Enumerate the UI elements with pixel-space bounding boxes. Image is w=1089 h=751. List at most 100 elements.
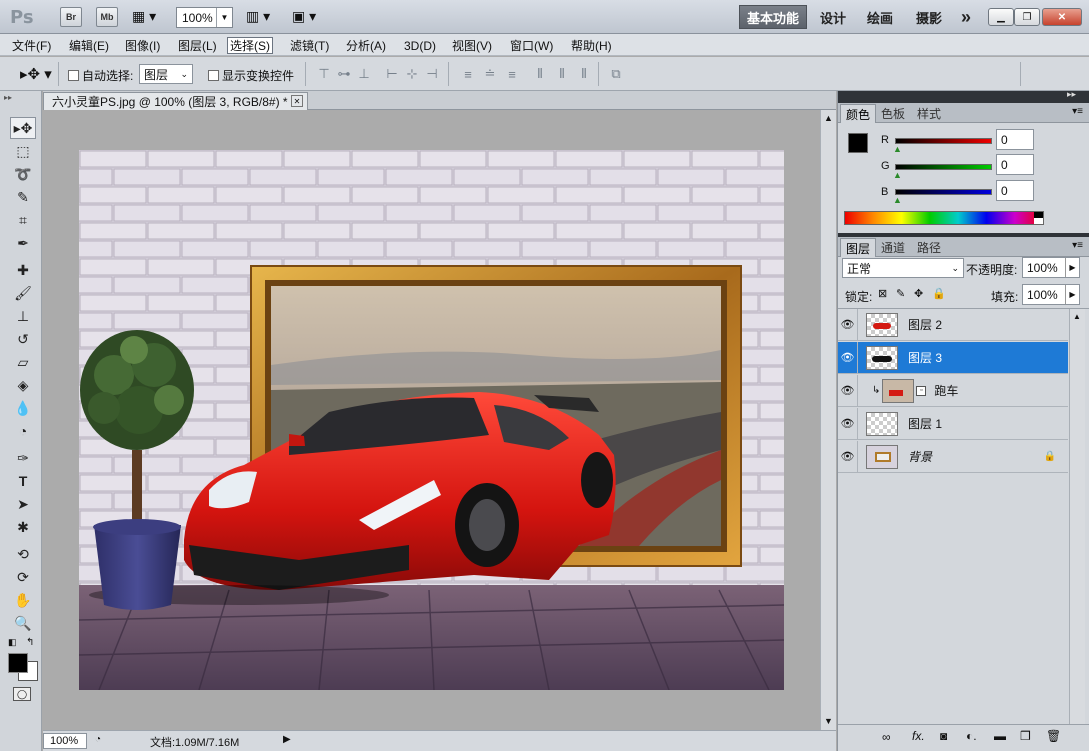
marquee-tool-icon[interactable]: ⬚ <box>10 140 36 162</box>
brush-tool-icon[interactable]: 🖌 <box>10 282 36 304</box>
3d-orbit-tool-icon[interactable]: ⟳ <box>10 566 36 588</box>
visibility-eye-icon[interactable]: 👁 <box>838 407 858 440</box>
healing-brush-tool-icon[interactable]: ✚ <box>10 259 36 281</box>
swap-colors-icon[interactable]: ↰ <box>26 637 34 648</box>
green-value-field[interactable]: 0 <box>996 154 1034 175</box>
menu-window[interactable]: 窗口(W) <box>508 37 555 54</box>
move-tool-icon[interactable]: ▸✥ <box>10 117 36 139</box>
delete-layer-icon[interactable]: 🗑 <box>1046 729 1061 743</box>
workspace-photography[interactable]: 摄影 <box>914 5 944 29</box>
panel-menu-icon[interactable]: ▾≡ <box>1072 106 1083 117</box>
hand-tool-icon[interactable]: ✋ <box>10 589 36 611</box>
menu-edit[interactable]: 编辑(E) <box>67 37 111 54</box>
tab-paths[interactable]: 路径 <box>912 238 946 257</box>
visibility-eye-icon[interactable]: 👁 <box>838 341 858 374</box>
align-top-icon[interactable]: ⊤ <box>316 66 332 82</box>
distribute-vertical-center-icon[interactable]: ≐ <box>482 66 498 82</box>
show-transform-checkbox[interactable] <box>208 70 219 81</box>
minimize-button[interactable]: ▁ <box>988 8 1014 26</box>
visibility-eye-icon[interactable]: 👁 <box>838 440 858 473</box>
auto-align-layers-icon[interactable]: ⧉ <box>608 66 624 82</box>
distribute-left-icon[interactable]: ⦀ <box>532 66 548 82</box>
layer-row[interactable]: 👁 背景 🔒 <box>838 440 1068 473</box>
layer-style-icon[interactable]: fx. <box>912 729 925 743</box>
visibility-eye-icon[interactable]: 👁 <box>838 308 858 341</box>
menu-3d[interactable]: 3D(D) <box>402 37 438 54</box>
lock-position-icon[interactable]: ✥ <box>914 287 923 300</box>
distribute-bottom-icon[interactable]: ≡ <box>504 66 520 82</box>
red-value-field[interactable]: 0 <box>996 129 1034 150</box>
tab-styles[interactable]: 样式 <box>912 104 946 123</box>
chevron-down-icon[interactable]: ▼ <box>216 8 232 27</box>
distribute-right-icon[interactable]: ⦀ <box>576 66 592 82</box>
shape-tool-icon[interactable]: ✱ <box>10 516 36 538</box>
distribute-horizontal-center-icon[interactable]: ⦀ <box>554 66 570 82</box>
more-workspaces-icon[interactable]: » <box>955 5 977 29</box>
status-zoom-field[interactable]: 100% <box>43 733 87 749</box>
zoom-tool-icon[interactable]: 🔍 <box>10 612 36 634</box>
type-tool-icon[interactable]: T <box>10 470 36 492</box>
link-layers-icon[interactable]: ∞ <box>882 730 891 744</box>
tab-channels[interactable]: 通道 <box>876 238 910 257</box>
dodge-tool-icon[interactable]: ◔ <box>10 420 36 442</box>
foreground-color-swatch[interactable] <box>8 653 28 673</box>
foreground-color-swatch[interactable] <box>848 133 868 153</box>
lock-transparent-icon[interactable]: ⊠ <box>878 287 887 300</box>
status-info-icon[interactable]: ◔ <box>95 734 101 745</box>
scroll-up-icon[interactable]: ▲ <box>824 113 833 123</box>
eyedropper-tool-icon[interactable]: ✒ <box>10 232 36 254</box>
scroll-down-icon[interactable]: ▼ <box>824 716 833 726</box>
workspace-painting[interactable]: 绘画 <box>865 5 895 29</box>
layer-row[interactable]: 👁 图层 2 <box>838 308 1068 341</box>
document-tab[interactable]: 六小灵童PS.jpg @ 100% (图层 3, RGB/8#) * ✕ <box>43 92 308 110</box>
path-selection-tool-icon[interactable]: ➤ <box>10 493 36 515</box>
move-tool-preset-icon[interactable]: ▸✥ ▾ <box>20 65 52 83</box>
opacity-arrow-icon[interactable]: ▶ <box>1065 258 1079 277</box>
menu-select[interactable]: 选择(S) <box>227 37 273 54</box>
menu-help[interactable]: 帮助(H) <box>569 37 614 54</box>
collapse-icon[interactable]: ▸▸ <box>4 93 12 102</box>
visibility-eye-icon[interactable]: 👁 <box>838 374 858 407</box>
slider-handle-icon[interactable]: ▲ <box>893 144 902 154</box>
vertical-scrollbar[interactable]: ▲ ▼ <box>820 110 836 730</box>
align-bottom-icon[interactable]: ⊥ <box>356 66 372 82</box>
paint-bucket-tool-icon[interactable]: ◈ <box>10 374 36 396</box>
crop-tool-icon[interactable]: ⌗ <box>10 209 36 231</box>
document-image[interactable] <box>79 150 784 690</box>
blur-tool-icon[interactable]: 💧 <box>10 397 36 419</box>
tab-layers[interactable]: 图层 <box>840 238 877 257</box>
scroll-up-icon[interactable]: ▲ <box>1073 312 1081 321</box>
auto-select-dropdown[interactable]: 图层 ⌄ <box>139 64 193 84</box>
collapse-panels-icon[interactable]: ▸▸ <box>1067 89 1076 100</box>
close-document-icon[interactable]: ✕ <box>291 95 303 107</box>
lock-image-icon[interactable]: ✎ <box>896 287 905 300</box>
menu-image[interactable]: 图像(I) <box>123 37 162 54</box>
3d-rotate-tool-icon[interactable]: ⟲ <box>10 543 36 565</box>
eraser-tool-icon[interactable]: ▱ <box>10 351 36 373</box>
menu-analysis[interactable]: 分析(A) <box>344 37 388 54</box>
bridge-button[interactable]: Br <box>60 7 82 27</box>
screen-mode-icon[interactable]: ▣ ▾ <box>292 8 316 25</box>
lasso-tool-icon[interactable]: ➰ <box>10 163 36 185</box>
workspace-essentials[interactable]: 基本功能 <box>739 5 808 29</box>
restore-button[interactable]: ❐ <box>1014 8 1040 26</box>
menu-filter[interactable]: 滤镜(T) <box>288 37 331 54</box>
align-left-icon[interactable]: ⊢ <box>384 66 400 82</box>
arrange-documents-icon[interactable]: ▥ ▾ <box>246 8 270 25</box>
quick-mask-icon[interactable]: ◯ <box>13 687 31 701</box>
adjustment-layer-icon[interactable]: ◐. <box>966 729 977 743</box>
blend-mode-dropdown[interactable]: 正常 ⌄ <box>842 258 964 278</box>
tab-color[interactable]: 颜色 <box>840 104 877 123</box>
quick-select-tool-icon[interactable]: ✎ <box>10 186 36 208</box>
history-brush-tool-icon[interactable]: ↺ <box>10 328 36 350</box>
layer-row-selected[interactable]: 👁 图层 3 <box>838 341 1068 374</box>
workspace-design[interactable]: 设计 <box>818 5 848 29</box>
blue-slider[interactable] <box>895 189 992 195</box>
auto-select-checkbox[interactable] <box>68 70 79 81</box>
add-mask-icon[interactable]: ◙ <box>940 729 947 743</box>
new-layer-icon[interactable]: ❒ <box>1020 729 1031 743</box>
slider-handle-icon[interactable]: ▲ <box>893 170 902 180</box>
align-horizontal-center-icon[interactable]: ⊹ <box>404 66 420 82</box>
slider-handle-icon[interactable]: ▲ <box>893 195 902 205</box>
menu-view[interactable]: 视图(V) <box>450 37 494 54</box>
